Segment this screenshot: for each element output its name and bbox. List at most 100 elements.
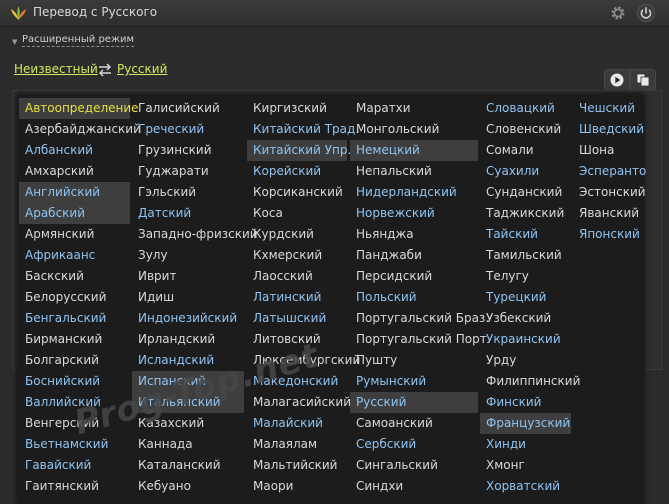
gear-icon[interactable] [609,4,627,22]
language-option[interactable]: Финский [480,392,571,413]
language-option[interactable]: Сунданский [480,182,571,203]
title-bar[interactable]: Перевод с Русского [0,0,669,27]
language-option[interactable]: Эсперанто [573,161,646,182]
swap-arrows-icon[interactable] [97,63,113,77]
language-option[interactable]: Филиппинский [480,371,580,392]
language-option[interactable]: Сингальский [350,455,478,476]
language-option[interactable]: Грузинский [132,140,244,161]
language-option[interactable]: Персидский [350,266,478,287]
language-option[interactable]: Непальский [350,161,478,182]
language-option[interactable]: Амхарский [19,161,130,182]
language-option[interactable]: Маратхи [350,98,478,119]
language-option[interactable]: Французский [480,413,571,434]
language-option[interactable]: Немецкий [350,140,478,161]
language-option[interactable]: Арабский [19,203,130,224]
language-option[interactable]: Автоопределение [19,98,139,119]
language-option[interactable]: Узбекский [480,308,571,329]
language-option[interactable]: Маори [247,476,347,497]
language-option[interactable]: Греческий [132,119,244,140]
language-option[interactable]: Украинский [480,329,571,350]
language-option[interactable]: Таджикский [480,203,571,224]
language-option[interactable]: Белорусский [19,287,130,308]
language-option[interactable]: Португальский Браз. [350,308,489,329]
language-option[interactable]: Бенгальский [19,308,130,329]
source-language-link[interactable]: Неизвестный [14,62,98,76]
language-option[interactable]: Турецкий [480,287,571,308]
language-option[interactable]: Суахили [480,161,571,182]
language-option[interactable]: Шведский [573,119,644,140]
language-option[interactable]: Корейский [247,161,347,182]
language-option[interactable]: Чешский [573,98,641,119]
language-option[interactable]: Малайский [247,413,347,434]
language-option[interactable]: Панджаби [350,245,478,266]
language-option[interactable]: Хинди [480,434,571,455]
language-option[interactable]: Каталанский [132,455,244,476]
language-option[interactable]: Норвежский [350,203,478,224]
language-option[interactable]: Боснийский [19,371,130,392]
language-option[interactable]: Итальянский [132,392,244,413]
language-option[interactable]: Бирманский [19,329,130,350]
language-option[interactable]: Шона [573,140,641,161]
language-option[interactable]: Хорватский [480,476,571,497]
language-option[interactable]: Гуджарати [132,161,244,182]
language-option[interactable]: Венгерский [19,413,130,434]
target-language-link[interactable]: Русский [117,62,167,76]
language-option[interactable]: Киргизский [247,98,347,119]
language-option[interactable]: Западно-фризский [132,224,258,245]
language-option[interactable]: Монгольский [350,119,478,140]
advanced-mode-link[interactable]: Расширенный режим [22,34,135,47]
language-option[interactable]: Латышский [247,308,347,329]
language-option[interactable]: Тамильский [480,245,571,266]
language-option[interactable]: Русский [350,392,478,413]
language-option[interactable]: Яванский [573,203,641,224]
language-option[interactable]: Эстонский [573,182,646,203]
language-option[interactable]: Гэльский [132,182,244,203]
copy-button[interactable] [630,69,656,91]
language-option[interactable]: Польский [350,287,478,308]
language-option[interactable]: Самоанский [350,413,478,434]
language-option[interactable]: Вьетнамский [19,434,130,455]
language-option[interactable]: Синдхи [350,476,478,497]
language-option[interactable]: Гавайский [19,455,130,476]
language-option[interactable]: Гаитянский [19,476,130,497]
language-option[interactable]: Болгарский [19,350,130,371]
language-option[interactable]: Баскский [19,266,130,287]
language-option[interactable]: Иврит [132,266,244,287]
language-option[interactable]: Ирландский [132,329,244,350]
language-option[interactable]: Курдский [247,224,347,245]
language-option[interactable]: Галисийский [132,98,244,119]
language-option[interactable]: Тайский [480,224,571,245]
language-option[interactable]: Испанский [132,371,244,392]
language-option[interactable]: Индонезийский [132,308,244,329]
language-option[interactable]: Африкаанс [19,245,130,266]
play-button[interactable] [604,69,630,91]
language-option[interactable]: Нидерландский [350,182,478,203]
language-option[interactable]: Пушту [350,350,478,371]
language-option[interactable]: Сербский [350,434,478,455]
language-option[interactable]: Китайский Упр. [247,140,351,161]
language-option[interactable]: Китайский Трад. [247,119,359,140]
language-option[interactable]: Словенский [480,119,571,140]
language-option[interactable]: Хмонг [480,455,571,476]
language-option[interactable]: Малагасийский [247,392,351,413]
power-icon[interactable] [636,3,656,23]
language-option[interactable]: Японский [573,224,641,245]
language-option[interactable]: Кебуано [132,476,244,497]
language-option[interactable]: Валлийский [19,392,130,413]
language-option[interactable]: Малаялам [247,434,347,455]
language-option[interactable]: Армянский [19,224,130,245]
language-option[interactable]: Македонский [247,371,347,392]
language-option[interactable]: Датский [132,203,244,224]
language-option[interactable]: Азербайджанский [19,119,141,140]
language-option[interactable]: Словацкий [480,98,571,119]
language-option[interactable]: Румынский [350,371,478,392]
language-option[interactable]: Албанский [19,140,130,161]
language-option[interactable]: Коса [247,203,347,224]
language-option[interactable]: Зулу [132,245,244,266]
language-option[interactable]: Мальтийский [247,455,347,476]
language-option[interactable]: Латинский [247,287,347,308]
language-option[interactable]: Ньянджа [350,224,478,245]
language-option[interactable]: Сомали [480,140,571,161]
language-option[interactable]: Литовский [247,329,347,350]
language-option[interactable]: Казахский [132,413,244,434]
